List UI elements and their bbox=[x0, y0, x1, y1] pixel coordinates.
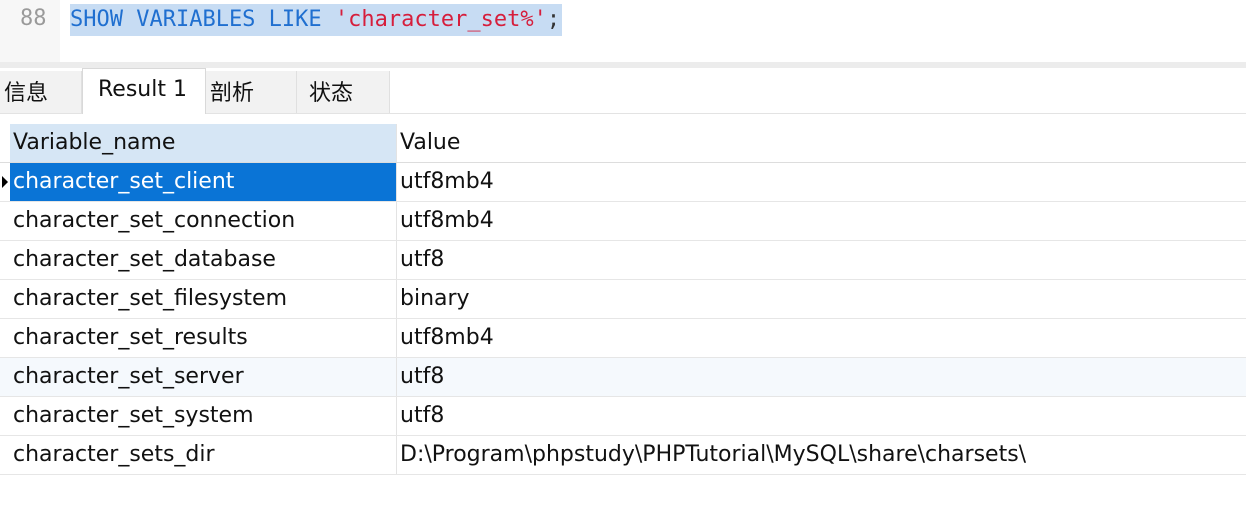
column-header-value[interactable]: Value bbox=[397, 124, 1246, 162]
table-cell-name[interactable]: character_set_connection bbox=[10, 202, 397, 240]
table-cell-value[interactable]: utf8 bbox=[397, 358, 1246, 396]
table-cell-value[interactable]: utf8 bbox=[397, 397, 1246, 435]
line-number: 88 bbox=[20, 6, 47, 31]
table-cell-name[interactable]: character_set_filesystem bbox=[10, 280, 397, 318]
sql-editor[interactable]: 88 SHOW VARIABLES LIKE 'character_set%'; bbox=[0, 0, 1246, 62]
table-row[interactable]: character_set_results utf8mb4 bbox=[0, 319, 1246, 358]
row-indicator bbox=[0, 163, 10, 201]
tab-result-1[interactable]: Result 1 bbox=[82, 68, 206, 114]
column-header-variable-name[interactable]: Variable_name bbox=[10, 124, 397, 162]
table-cell-name[interactable]: character_set_server bbox=[10, 358, 397, 396]
table-row[interactable]: character_set_system utf8 bbox=[0, 397, 1246, 436]
sql-string-literal: 'character_set%' bbox=[334, 7, 547, 32]
result-tabs: 信息 Result 1 剖析 状态 bbox=[0, 68, 1246, 114]
table-cell-name[interactable]: character_set_client bbox=[10, 163, 397, 201]
table-cell-value[interactable]: utf8mb4 bbox=[397, 163, 1246, 201]
table-cell-value[interactable]: utf8mb4 bbox=[397, 202, 1246, 240]
sql-keywords: SHOW VARIABLES LIKE bbox=[70, 7, 335, 32]
table-cell-value[interactable]: utf8mb4 bbox=[397, 319, 1246, 357]
table-cell-name[interactable]: character_set_system bbox=[10, 397, 397, 435]
tab-status[interactable]: 状态 bbox=[297, 71, 390, 113]
table-row[interactable]: character_set_client utf8mb4 bbox=[0, 163, 1246, 202]
line-gutter: 88 bbox=[0, 0, 60, 62]
sql-statement[interactable]: SHOW VARIABLES LIKE 'character_set%'; bbox=[70, 4, 563, 36]
table-cell-name[interactable]: character_set_database bbox=[10, 241, 397, 279]
table-row[interactable]: character_set_connection utf8mb4 bbox=[0, 202, 1246, 241]
tab-info[interactable]: 信息 bbox=[0, 71, 82, 113]
table-cell-name[interactable]: character_set_results bbox=[10, 319, 397, 357]
table-cell-name[interactable]: character_sets_dir bbox=[10, 436, 397, 474]
tab-profile[interactable]: 剖析 bbox=[206, 71, 297, 113]
table-cell-value[interactable]: binary bbox=[397, 280, 1246, 318]
table-row[interactable]: character_set_filesystem binary bbox=[0, 280, 1246, 319]
grid-header-row: Variable_name Value bbox=[0, 124, 1246, 163]
table-cell-value[interactable]: D:\Program\phpstudy\PHPTutorial\MySQL\sh… bbox=[397, 436, 1246, 474]
table-row[interactable]: character_set_server utf8 bbox=[0, 358, 1246, 397]
table-row[interactable]: character_sets_dir D:\Program\phpstudy\P… bbox=[0, 436, 1246, 475]
sql-terminator: ; bbox=[546, 7, 561, 32]
current-row-arrow-icon bbox=[2, 176, 8, 188]
table-cell-value[interactable]: utf8 bbox=[397, 241, 1246, 279]
table-row[interactable]: character_set_database utf8 bbox=[0, 241, 1246, 280]
